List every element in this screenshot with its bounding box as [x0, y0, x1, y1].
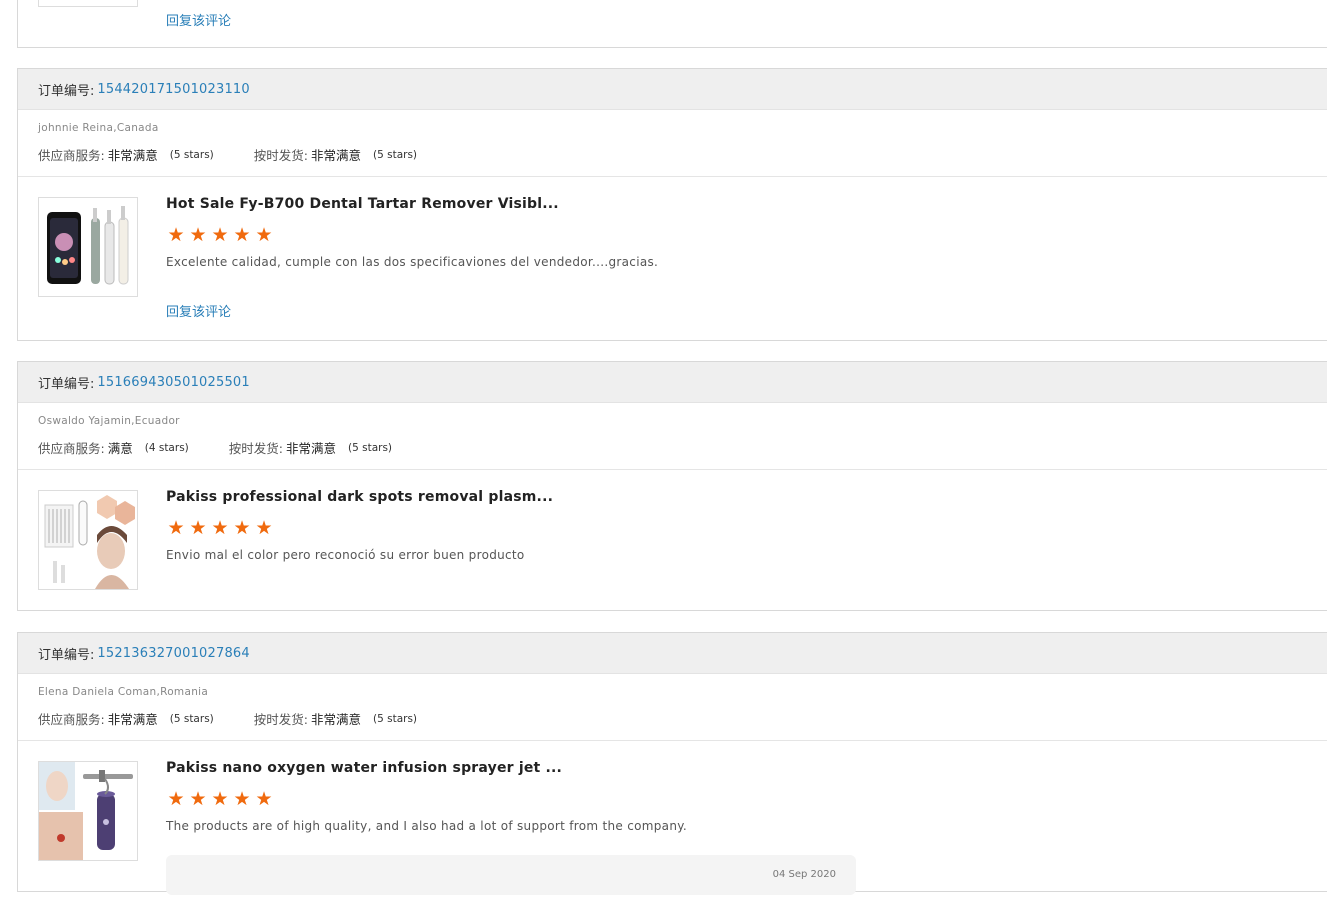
seller-reply-box: 04 Sep 2020 [166, 855, 856, 895]
supplier-service-stars: (4 stars) [144, 441, 189, 454]
buyer-info: Oswaldo Yajamin,Ecuador 供应商服务: 满意 (4 sta… [18, 403, 1327, 470]
shipping-label: 按时发货: [228, 441, 283, 456]
review-card: 订单编号: 154420171501023110 johnnie Reina,C… [17, 68, 1327, 341]
seller-ratings: 供应商服务: 非常满意 (5 stars) 按时发货: 非常满意 (5 star… [38, 709, 417, 728]
star-icon: ★ [167, 224, 185, 246]
supplier-service-stars: (5 stars) [169, 712, 214, 725]
supplier-service-value: 非常满意 [107, 148, 158, 163]
order-header: 订单编号: 152136327001027864 [18, 633, 1327, 674]
shipping-value: 非常满意 [310, 712, 361, 727]
star-icon: ★ [233, 224, 251, 246]
supplier-service-label: 供应商服务: [38, 148, 105, 163]
reply-comment-link[interactable]: 回复该评论 [166, 301, 231, 320]
buyer-info: johnnie Reina,Canada 供应商服务: 非常满意 (5 star… [18, 110, 1327, 177]
review-card: 订单编号: 152136327001027864 Elena Daniela C… [17, 632, 1327, 895]
rating-stars: ★ ★ ★ ★ ★ [166, 225, 274, 245]
product-title-link[interactable]: Hot Sale Fy-B700 Dental Tartar Remover V… [166, 196, 559, 212]
rating-stars: ★ ★ ★ ★ ★ [166, 518, 274, 538]
star-icon: ★ [233, 788, 251, 810]
reply-comment-link[interactable]: 回复该评论 [166, 10, 231, 29]
order-number-label: 订单编号: [38, 83, 95, 99]
product-title-link[interactable]: Pakiss professional dark spots removal p… [166, 489, 553, 505]
star-icon: ★ [189, 788, 207, 810]
seller-ratings: 供应商服务: 满意 (4 stars) 按时发货: 非常满意 (5 stars) [38, 438, 392, 457]
seller-ratings: 供应商服务: 非常满意 (5 stars) 按时发货: 非常满意 (5 star… [38, 145, 417, 164]
review-item: Pakiss professional dark spots removal p… [18, 470, 1327, 610]
dental-scaler-image [47, 206, 129, 285]
review-card-partial: 回复该评论 [17, 0, 1327, 48]
review-comment: Excelente calidad, cumple con las dos sp… [166, 255, 659, 269]
review-comment: Envio mal el color pero reconoció su err… [166, 548, 525, 562]
product-thumbnail[interactable] [38, 490, 138, 590]
star-icon: ★ [211, 788, 229, 810]
buyer-info: Elena Daniela Coman,Romania 供应商服务: 非常满意 … [18, 674, 1327, 741]
star-icon: ★ [255, 517, 273, 539]
order-number-link[interactable]: 151669430501025501 [97, 375, 249, 390]
supplier-service-value: 非常满意 [107, 712, 158, 727]
star-icon: ★ [189, 517, 207, 539]
star-icon: ★ [255, 224, 273, 246]
star-icon: ★ [167, 517, 185, 539]
star-icon: ★ [167, 788, 185, 810]
star-icon: ★ [233, 517, 251, 539]
shipping-value: 非常满意 [285, 441, 336, 456]
product-title-link[interactable]: Pakiss nano oxygen water infusion spraye… [166, 760, 562, 776]
product-thumbnail[interactable] [38, 761, 138, 861]
supplier-service-stars: (5 stars) [169, 148, 214, 161]
product-thumbnail[interactable] [38, 0, 138, 7]
star-icon: ★ [211, 224, 229, 246]
product-thumbnail[interactable] [38, 197, 138, 297]
order-number-link[interactable]: 154420171501023110 [97, 82, 249, 97]
supplier-service-value: 满意 [107, 441, 133, 456]
review-card: 订单编号: 151669430501025501 Oswaldo Yajamin… [17, 361, 1327, 611]
star-icon: ★ [211, 517, 229, 539]
supplier-service-label: 供应商服务: [38, 441, 105, 456]
shipping-stars: (5 stars) [373, 148, 418, 161]
order-number-label: 订单编号: [38, 647, 95, 663]
shipping-stars: (5 stars) [348, 441, 393, 454]
order-header: 订单编号: 151669430501025501 [18, 362, 1327, 403]
shipping-value: 非常满意 [310, 148, 361, 163]
star-icon: ★ [255, 788, 273, 810]
oxygen-sprayer-image [39, 762, 133, 860]
shipping-stars: (5 stars) [373, 712, 418, 725]
buyer-name: Oswaldo Yajamin,Ecuador [38, 415, 180, 427]
order-header: 订单编号: 154420171501023110 [18, 69, 1327, 110]
star-icon: ★ [189, 224, 207, 246]
rating-stars: ★ ★ ★ ★ ★ [166, 789, 274, 809]
supplier-service-label: 供应商服务: [38, 712, 105, 727]
review-item: Hot Sale Fy-B700 Dental Tartar Remover V… [18, 177, 1327, 339]
order-number-link[interactable]: 152136327001027864 [97, 646, 249, 661]
review-comment: The products are of high quality, and I … [166, 819, 688, 833]
order-number-label: 订单编号: [38, 376, 95, 392]
shipping-label: 按时发货: [253, 712, 308, 727]
buyer-name: Elena Daniela Coman,Romania [38, 686, 209, 698]
buyer-name: johnnie Reina,Canada [38, 122, 159, 134]
plasma-pen-image [44, 495, 135, 589]
shipping-label: 按时发货: [253, 148, 308, 163]
review-item: Pakiss nano oxygen water infusion spraye… [18, 741, 1327, 903]
